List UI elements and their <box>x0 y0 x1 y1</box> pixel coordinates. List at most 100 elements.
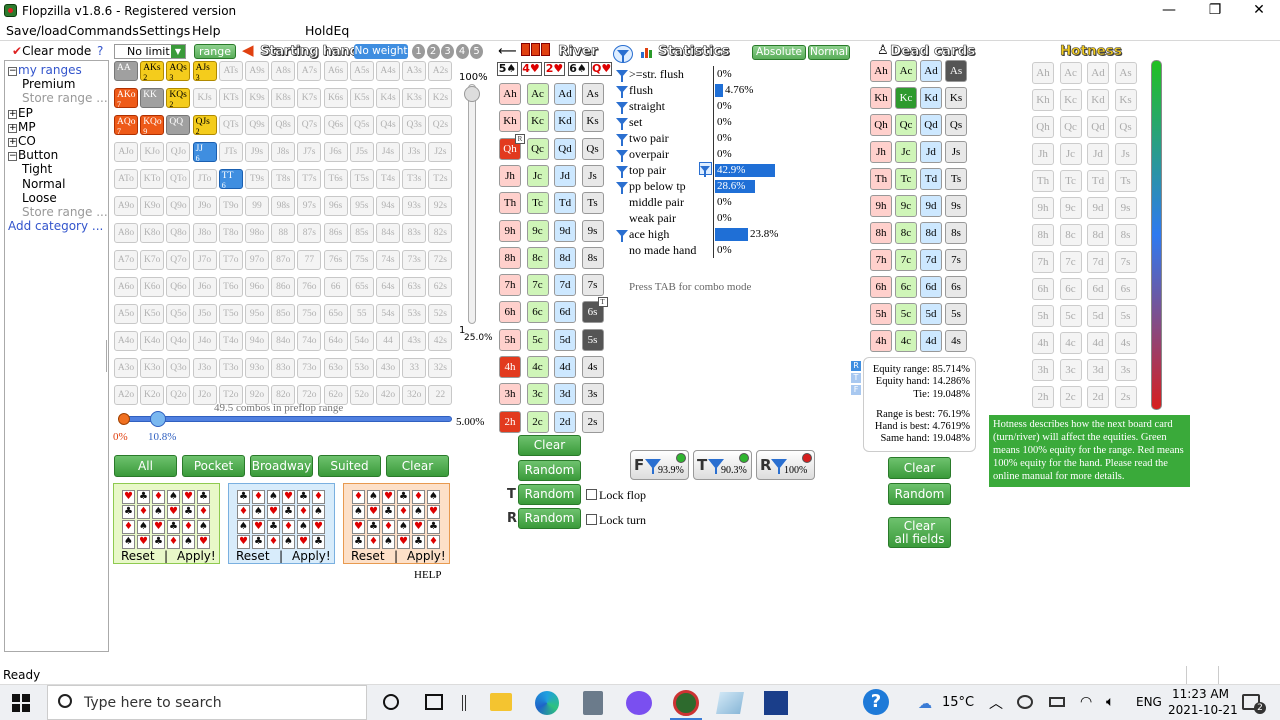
dead-card-8c[interactable]: 8c <box>895 222 917 244</box>
river-card-Qc[interactable]: Qc <box>526 137 549 160</box>
river-card-8c[interactable]: 8c <box>526 246 549 269</box>
hand-cell-T6o[interactable]: T6o <box>218 277 243 297</box>
dead-card-Td[interactable]: Td <box>920 168 942 190</box>
hand-cell-KQs[interactable]: KQs 2 <box>166 88 191 109</box>
hand-cell-J6s[interactable]: J6s <box>323 142 348 162</box>
river-card-7s[interactable]: 7s <box>581 274 604 297</box>
hand-cell-Q9o[interactable]: Q9o <box>166 196 191 216</box>
dead-card-Jh[interactable]: Jh <box>870 141 892 163</box>
menu-settings[interactable]: Settings <box>139 23 190 38</box>
river-card-9s[interactable]: 9s <box>581 219 604 242</box>
tree-premium[interactable]: Premium <box>8 77 108 91</box>
funnel-icon[interactable] <box>616 102 628 114</box>
hand-cell-A7s[interactable]: A7s <box>297 61 322 81</box>
hand-cell-AKo[interactable]: AKo 7 <box>114 88 138 109</box>
dead-card-4d[interactable]: 4d <box>920 330 942 352</box>
river-card-5s[interactable]: 5s <box>581 328 604 351</box>
river-card-5h[interactable]: 5h <box>499 328 521 351</box>
hand-cell-T4o[interactable]: T4o <box>218 331 243 351</box>
hand-cell-Q5s[interactable]: Q5s <box>349 115 374 135</box>
river-card-4h[interactable]: 4h <box>499 356 521 378</box>
hand-cell-66[interactable]: 66 <box>323 277 348 297</box>
hand-cell-65o[interactable]: 65o <box>323 304 348 324</box>
dead-card-Qh[interactable]: Qh <box>870 114 892 136</box>
network-warning-icon[interactable] <box>1017 695 1033 709</box>
language-indicator[interactable]: ENG <box>1136 695 1162 709</box>
dead-card-Qd[interactable]: Qd <box>920 114 942 136</box>
hand-cell-A6s[interactable]: A6s <box>323 61 348 81</box>
hand-cell-A5o[interactable]: A5o <box>114 304 138 324</box>
help-link[interactable]: HELP <box>414 569 442 581</box>
hand-cell-43s[interactable]: 43s <box>402 331 427 351</box>
hand-cell-Q2s[interactable]: Q2s <box>428 115 453 135</box>
hand-cell-K9o[interactable]: K9o <box>140 196 165 216</box>
task-view-icon[interactable] <box>425 694 443 710</box>
hand-cell-64s[interactable]: 64s <box>376 277 400 297</box>
hand-cell-62s[interactable]: 62s <box>428 277 453 297</box>
dead-card-Th[interactable]: Th <box>870 168 892 190</box>
hand-cell-83o[interactable]: 83o <box>271 358 296 378</box>
hand-cell-53s[interactable]: 53s <box>402 304 427 324</box>
hand-cell-A5s[interactable]: A5s <box>349 61 374 81</box>
hand-cell-54o[interactable]: 54o <box>349 331 374 351</box>
hand-cell-99[interactable]: 99 <box>245 196 269 216</box>
cortana-icon[interactable] <box>383 694 399 710</box>
dead-card-Kh[interactable]: Kh <box>870 87 892 109</box>
funnel-icon[interactable] <box>616 166 628 178</box>
dead-card-9c[interactable]: 9c <box>895 195 917 217</box>
hand-cell-QJs[interactable]: QJs 2 <box>192 115 217 136</box>
river-card-Td[interactable]: Td <box>554 192 576 215</box>
river-card-3c[interactable]: 3c <box>526 383 549 406</box>
river-card-8s[interactable]: 8s <box>581 246 604 269</box>
hand-cell-A9s[interactable]: A9s <box>245 61 269 81</box>
hand-cell-AJs[interactable]: AJs 3 <box>192 61 217 82</box>
hand-cell-72s[interactable]: 72s <box>428 250 453 270</box>
dead-card-Kd[interactable]: Kd <box>920 87 942 109</box>
dead-card-Ad[interactable]: Ad <box>920 60 942 82</box>
tree-tight[interactable]: Tight <box>8 162 108 176</box>
hand-cell-K5o[interactable]: K5o <box>140 304 165 324</box>
hand-cell-J2s[interactable]: J2s <box>428 142 453 162</box>
river-card-8h[interactable]: 8h <box>499 246 521 269</box>
funnel-icon[interactable] <box>616 86 628 98</box>
hand-cell-64o[interactable]: 64o <box>323 331 348 351</box>
chevron-up-icon[interactable]: ︿ <box>989 693 1003 713</box>
hand-cell-75s[interactable]: 75s <box>349 250 374 270</box>
hand-cell-J7s[interactable]: J7s <box>297 142 322 162</box>
hand-cell-AKs[interactable]: AKs 2 <box>140 61 165 82</box>
preflop-slider-track[interactable] <box>120 416 452 422</box>
hand-cell-Q7o[interactable]: Q7o <box>166 250 191 270</box>
hand-cell-Q8s[interactable]: Q8s <box>271 115 296 135</box>
taskbar-search-box[interactable]: Type here to search <box>47 685 367 720</box>
dead-card-4s[interactable]: 4s <box>945 330 967 352</box>
tree-store-range[interactable]: Store range ... <box>8 91 108 105</box>
river-card-3h[interactable]: 3h <box>499 383 521 406</box>
help-icon[interactable]: ? <box>863 689 889 715</box>
dead-clear-button[interactable]: Clear <box>888 457 951 479</box>
hand-cell-88[interactable]: 88 <box>271 223 296 243</box>
hand-cell-K6o[interactable]: K6o <box>140 277 165 297</box>
menu-help[interactable]: Help <box>192 23 221 38</box>
hand-cell-A6o[interactable]: A6o <box>114 277 138 297</box>
no-weight-button[interactable]: No weight <box>354 44 408 59</box>
hand-cell-KTo[interactable]: KTo <box>140 169 165 189</box>
filter-box-F[interactable]: F 93.9% <box>630 450 689 480</box>
river-card-2s[interactable]: 2s <box>581 410 604 433</box>
hand-cell-KJs[interactable]: KJs <box>192 88 217 108</box>
hand-cell-32s[interactable]: 32s <box>428 358 453 378</box>
limit-select[interactable]: No limit ▼ <box>114 44 186 59</box>
hand-cell-Q2o[interactable]: Q2o <box>166 385 191 405</box>
weight-1-button[interactable]: 1 <box>412 44 425 59</box>
hand-cell-J9o[interactable]: J9o <box>192 196 217 216</box>
board-card-1[interactable]: 5♠ <box>497 62 518 76</box>
hand-cell-87s[interactable]: 87s <box>297 223 322 243</box>
hand-cell-84s[interactable]: 84s <box>376 223 400 243</box>
hand-cell-32o[interactable]: 32o <box>402 385 427 405</box>
dead-card-6c[interactable]: 6c <box>895 276 917 298</box>
hand-cell-Q7s[interactable]: Q7s <box>297 115 322 135</box>
river-card-7d[interactable]: 7d <box>554 274 576 297</box>
weight-slider-thumb[interactable] <box>464 86 480 102</box>
dead-card-7s[interactable]: 7s <box>945 249 967 271</box>
tree-add-category[interactable]: Add category ... <box>8 219 108 233</box>
hand-cell-96o[interactable]: 96o <box>245 277 269 297</box>
